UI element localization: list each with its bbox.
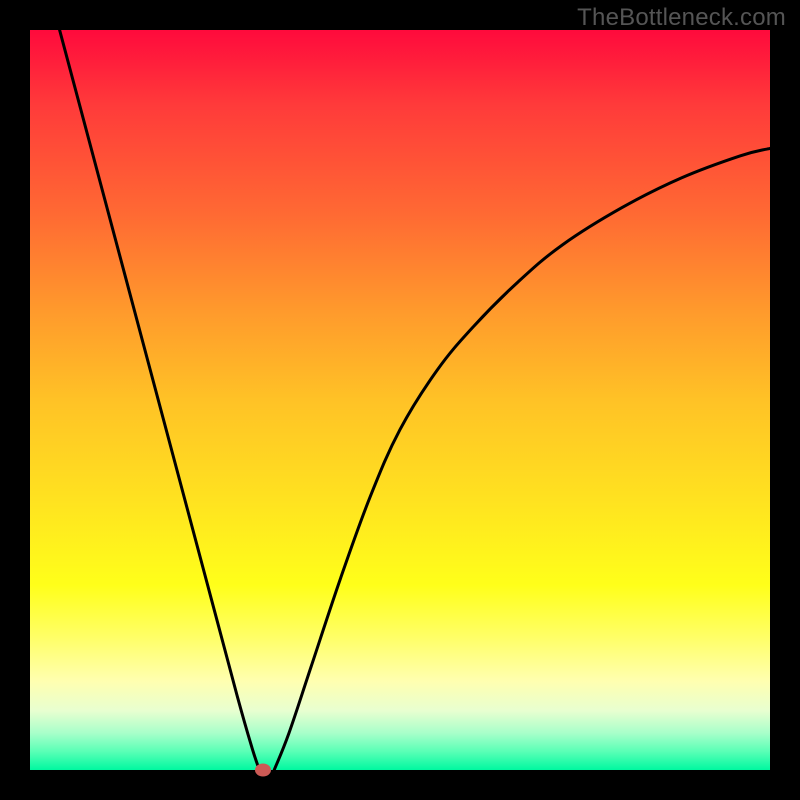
bottleneck-curve-left bbox=[60, 30, 260, 770]
plot-area bbox=[30, 30, 770, 770]
chart-container: TheBottleneck.com bbox=[0, 0, 800, 800]
watermark-label: TheBottleneck.com bbox=[577, 4, 786, 32]
curve-svg bbox=[30, 30, 770, 770]
bottleneck-curve-right bbox=[274, 148, 770, 770]
minimum-marker bbox=[255, 764, 271, 777]
